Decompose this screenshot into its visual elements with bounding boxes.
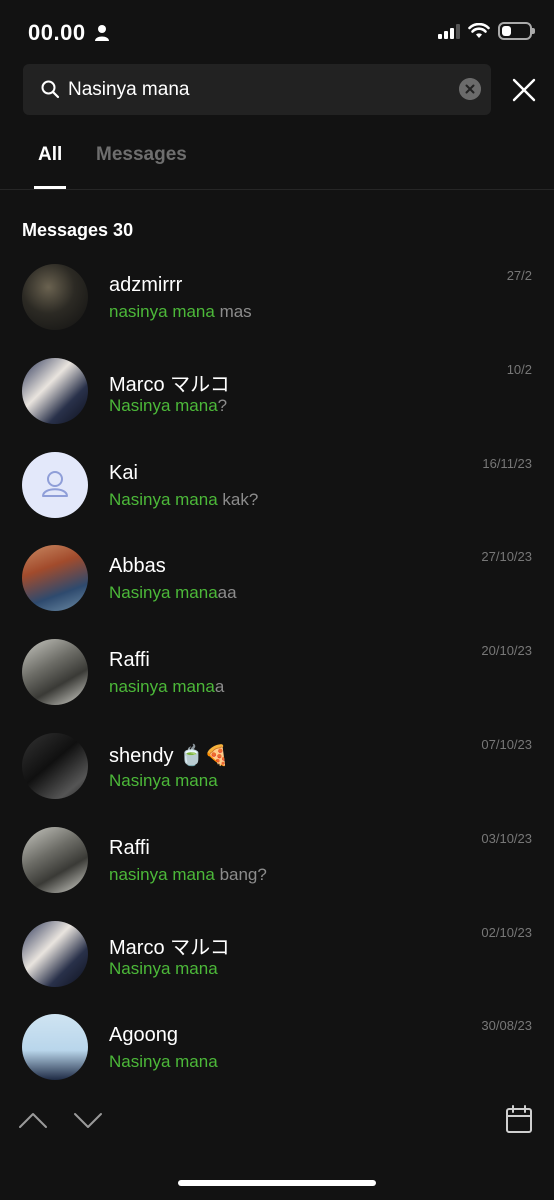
tab-all[interactable]: All xyxy=(38,144,62,166)
message-preview: Nasinya mana xyxy=(109,1052,218,1072)
avatar xyxy=(22,732,88,799)
avatar xyxy=(22,451,88,518)
list-item[interactable]: Abbas Nasinya manaaa 27/10/23 xyxy=(0,531,554,625)
status-indicators xyxy=(438,22,535,40)
list-item[interactable]: Raffi nasinya manaa 20/10/23 xyxy=(0,625,554,719)
avatar xyxy=(22,545,88,612)
avatar xyxy=(22,357,88,424)
contact-name: adzmirrr xyxy=(109,274,183,296)
battery-icon xyxy=(498,22,535,40)
list-item[interactable]: Raffi nasinya mana bang? 03/10/23 xyxy=(0,813,554,907)
contact-name: Marco マルコ xyxy=(109,936,230,959)
list-item[interactable]: adzmirrr nasinya mana mas 27/2 xyxy=(0,250,554,344)
message-preview: Nasinya manaaa xyxy=(109,583,237,603)
search-icon xyxy=(41,80,60,99)
message-preview: nasinya manaa xyxy=(109,677,225,697)
contact-name: Agoong xyxy=(109,1024,178,1047)
message-preview: Nasinya mana? xyxy=(109,395,228,415)
chevron-up-icon[interactable] xyxy=(18,1110,48,1130)
default-person-icon xyxy=(42,470,68,497)
contact-name: shendy 🍵🍕 xyxy=(109,744,229,767)
active-tab-indicator xyxy=(34,186,66,189)
message-date: 02/10/23 xyxy=(481,924,532,940)
close-icon[interactable] xyxy=(511,77,537,103)
message-date: 07/10/23 xyxy=(481,736,532,752)
search-results-list: adzmirrr nasinya mana mas 27/2 Marco マルコ… xyxy=(0,250,554,1094)
message-preview: nasinya mana bang? xyxy=(109,864,267,884)
person-status-icon xyxy=(95,25,109,41)
status-bar: 00.00 xyxy=(0,0,554,64)
message-date: 03/10/23 xyxy=(481,830,532,846)
list-item[interactable]: Agoong Nasinya mana 30/08/23 xyxy=(0,1000,554,1094)
status-time: 00.00 xyxy=(28,20,86,45)
section-title: Messages 30 xyxy=(22,220,134,240)
avatar xyxy=(22,1014,88,1081)
cellular-signal-icon xyxy=(438,23,460,39)
avatar xyxy=(22,264,88,330)
contact-name: Marco マルコ xyxy=(109,373,230,396)
avatar xyxy=(22,639,88,706)
message-preview: nasinya mana mas xyxy=(109,302,252,321)
home-indicator xyxy=(178,1180,376,1186)
message-date: 27/2 xyxy=(506,268,532,283)
list-item[interactable]: Kai Nasinya mana kak? 16/11/23 xyxy=(0,438,554,532)
clear-search-icon[interactable] xyxy=(459,78,481,100)
message-preview: Nasinya mana xyxy=(109,770,218,790)
tab-messages[interactable]: Messages xyxy=(96,144,187,166)
message-date: 20/10/23 xyxy=(481,643,532,659)
list-item[interactable]: shendy 🍵🍕 Nasinya mana 07/10/23 xyxy=(0,719,554,813)
contact-name: Raffi xyxy=(109,836,150,859)
tab-bar: All Messages xyxy=(0,128,554,190)
message-date: 16/11/23 xyxy=(482,455,532,471)
avatar xyxy=(22,826,88,893)
contact-name: Abbas xyxy=(109,555,166,578)
search-input[interactable] xyxy=(68,64,448,115)
message-date: 30/08/23 xyxy=(481,1018,532,1034)
list-item[interactable]: Marco マルコ Nasinya mana 02/10/23 xyxy=(0,907,554,1001)
chevron-down-icon[interactable] xyxy=(73,1110,103,1130)
contact-name: Raffi xyxy=(109,649,150,672)
wifi-icon xyxy=(468,23,490,38)
message-preview: Nasinya mana kak? xyxy=(109,489,259,509)
calendar-icon[interactable] xyxy=(505,1104,533,1134)
avatar xyxy=(22,920,88,987)
message-date: 27/10/23 xyxy=(481,549,532,565)
search-bar xyxy=(23,64,491,115)
list-item[interactable]: Marco マルコ Nasinya mana? 10/2 xyxy=(0,344,554,438)
contact-name: Kai xyxy=(109,461,138,484)
message-date: 10/2 xyxy=(506,361,532,377)
message-preview: Nasinya mana xyxy=(109,958,218,978)
